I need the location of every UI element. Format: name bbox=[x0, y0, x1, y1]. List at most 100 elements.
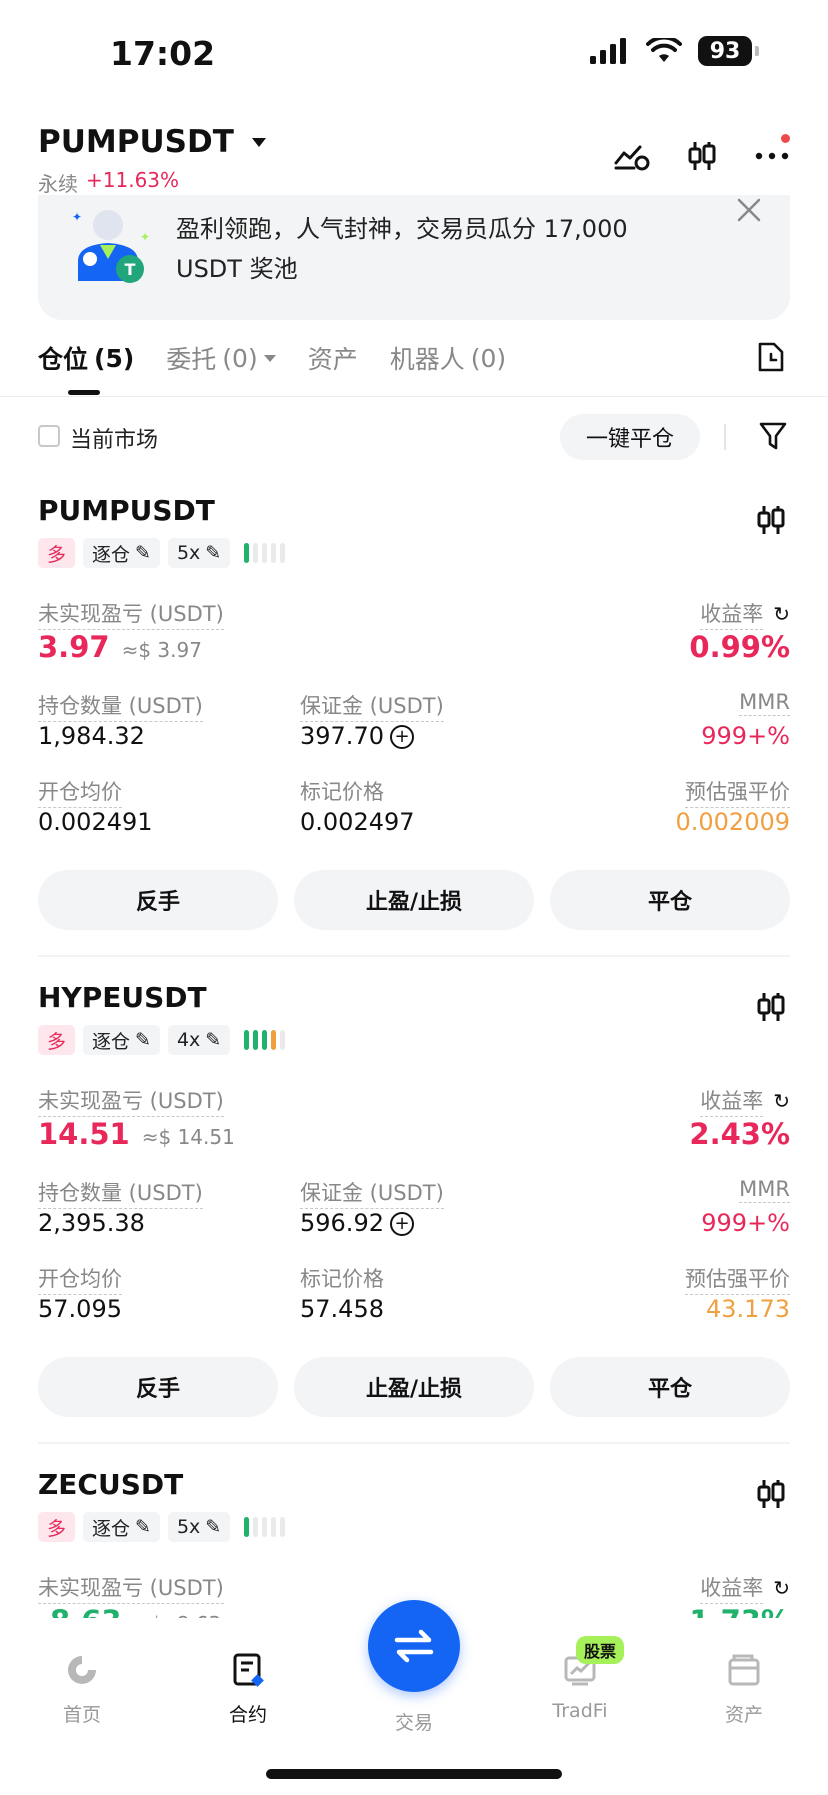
price-alert-button[interactable] bbox=[614, 138, 650, 174]
position-symbol[interactable]: PUMPUSDT bbox=[38, 494, 215, 527]
share-icon[interactable]: ↻ bbox=[773, 1576, 790, 1600]
tp-sl-button[interactable]: 止盈/止损 bbox=[294, 870, 534, 930]
leverage-tag[interactable]: 5x ✎ bbox=[167, 538, 231, 568]
trade-button[interactable] bbox=[368, 1600, 460, 1692]
close-icon[interactable] bbox=[734, 195, 764, 225]
margin-mode-tag[interactable]: 逐仓 ✎ bbox=[83, 1025, 160, 1055]
roi-value: 0.99% bbox=[689, 630, 790, 664]
home-indicator bbox=[266, 1769, 562, 1779]
more-menu-button[interactable] bbox=[754, 134, 790, 174]
margin-value-group: 596.92 + bbox=[300, 1209, 414, 1237]
chevron-down-icon bbox=[251, 137, 266, 147]
stock-badge: 股票 bbox=[576, 1636, 625, 1664]
unrealized-pnl: 3.97 bbox=[38, 630, 110, 664]
leverage-label: 5x bbox=[176, 1516, 201, 1538]
size-label: 持仓数量 (USDT) bbox=[38, 690, 203, 722]
margin-value-group: 397.70 + bbox=[300, 722, 414, 750]
risk-bar bbox=[280, 1030, 286, 1050]
more-icon bbox=[755, 152, 789, 160]
position-tags: 多 逐仓 ✎ 5x ✎ bbox=[38, 538, 286, 568]
symbol-title: PUMPUSDT bbox=[38, 124, 234, 160]
close-position-button[interactable]: 平仓 bbox=[550, 1357, 790, 1417]
margin-label: 保证金 (USDT) bbox=[300, 1177, 444, 1209]
side-badge: 多 bbox=[38, 1025, 76, 1055]
home-icon bbox=[68, 1656, 96, 1684]
risk-bar bbox=[262, 543, 268, 563]
header-actions bbox=[614, 134, 790, 174]
margin-mode-tag[interactable]: 逐仓 ✎ bbox=[83, 1512, 160, 1542]
leverage-tag[interactable]: 5x ✎ bbox=[167, 1512, 231, 1542]
current-market-checkbox[interactable] bbox=[38, 425, 60, 447]
tp-sl-button[interactable]: 止盈/止损 bbox=[294, 1357, 534, 1417]
add-margin-icon[interactable]: + bbox=[389, 725, 414, 749]
tab-assets[interactable]: 资产 bbox=[308, 340, 358, 376]
add-margin-icon[interactable]: + bbox=[389, 1212, 414, 1236]
mmr-label: MMR bbox=[739, 690, 790, 716]
share-icon[interactable]: ↻ bbox=[773, 602, 790, 626]
roi-header: 收益率 ↻ bbox=[700, 1572, 790, 1604]
candlestick-icon[interactable] bbox=[756, 991, 786, 1023]
candlestick-icon bbox=[688, 142, 716, 170]
risk-bar bbox=[280, 543, 286, 563]
share-icon[interactable]: ↻ bbox=[773, 1089, 790, 1113]
pnl-label: 未实现盈亏 (USDT) bbox=[38, 598, 224, 630]
filter-icon[interactable] bbox=[758, 420, 788, 452]
filter-divider bbox=[724, 424, 726, 450]
svg-text:T: T bbox=[125, 260, 136, 279]
risk-bar bbox=[244, 543, 250, 563]
side-badge: 多 bbox=[38, 538, 76, 568]
risk-bar bbox=[253, 1517, 259, 1537]
promo-banner[interactable]: T ✦ ✦ 盈利领跑，人气封神，交易员瓜分 17,000 USDT 奖池 bbox=[38, 195, 790, 320]
pnl-approx: ≈$ 3.97 bbox=[121, 638, 202, 662]
tab-bots[interactable]: 机器人 (0) bbox=[390, 340, 506, 376]
tab-positions[interactable]: 仓位 (5) bbox=[38, 340, 134, 376]
pnl-label: 未实现盈亏 (USDT) bbox=[38, 1572, 224, 1604]
swap-icon bbox=[394, 1629, 434, 1663]
margin-label: 保证金 (USDT) bbox=[300, 690, 444, 722]
nav-home[interactable]: 首页 bbox=[22, 1652, 142, 1727]
risk-bar bbox=[262, 1030, 268, 1050]
pnl-values: 14.51 ≈$ 14.51 bbox=[38, 1117, 235, 1151]
notification-dot bbox=[781, 134, 790, 143]
leverage-tag[interactable]: 4x ✎ bbox=[167, 1025, 231, 1055]
position-actions: 反手 止盈/止损 平仓 bbox=[38, 870, 790, 930]
liq-price-value: 43.173 bbox=[706, 1295, 790, 1323]
margin-mode-label: 逐仓 bbox=[92, 1517, 131, 1540]
cellular-signal-icon bbox=[590, 38, 626, 64]
status-time: 17:02 bbox=[110, 34, 216, 73]
close-position-button[interactable]: 平仓 bbox=[550, 870, 790, 930]
nav-assets[interactable]: 资产 bbox=[684, 1652, 804, 1727]
edit-icon: ✎ bbox=[135, 1029, 151, 1051]
nav-contract[interactable]: 合约 bbox=[188, 1652, 308, 1727]
pnl-approx: ≈$ 14.51 bbox=[141, 1125, 235, 1149]
close-all-button[interactable]: 一键平仓 bbox=[560, 414, 700, 460]
candlestick-icon[interactable] bbox=[756, 504, 786, 536]
tab-label: 仓位 bbox=[38, 345, 89, 374]
edit-icon: ✎ bbox=[205, 1516, 222, 1538]
history-icon[interactable] bbox=[756, 340, 786, 374]
reverse-button[interactable]: 反手 bbox=[38, 1357, 278, 1417]
position-symbol[interactable]: HYPEUSDT bbox=[38, 981, 207, 1014]
edit-icon: ✎ bbox=[135, 542, 151, 564]
svg-text:✦: ✦ bbox=[72, 210, 82, 224]
mark-price-label: 标记价格 bbox=[300, 780, 384, 804]
liq-price-value: 0.002009 bbox=[675, 808, 790, 836]
wifi-icon bbox=[646, 38, 682, 62]
margin-mode-tag[interactable]: 逐仓 ✎ bbox=[83, 538, 160, 568]
candlestick-icon[interactable] bbox=[756, 1478, 786, 1510]
tab-count: (0) bbox=[222, 343, 258, 373]
nav-label: 资产 bbox=[724, 1704, 763, 1726]
position-symbol[interactable]: ZECUSDT bbox=[38, 1468, 183, 1501]
symbol-selector[interactable]: PUMPUSDT bbox=[38, 124, 266, 160]
price-alert-icon bbox=[614, 145, 650, 171]
candlestick-chart-button[interactable] bbox=[684, 138, 720, 174]
position-actions: 反手 止盈/止损 平仓 bbox=[38, 1357, 790, 1417]
roi-header: 收益率 ↻ bbox=[700, 598, 790, 630]
tab-orders[interactable]: 委托 (0) bbox=[166, 340, 276, 376]
tab-label: 机器人 bbox=[389, 345, 465, 374]
risk-bar bbox=[244, 1517, 250, 1537]
size-value: 2,395.38 bbox=[38, 1209, 145, 1237]
chevron-down-icon bbox=[263, 354, 276, 362]
reverse-button[interactable]: 反手 bbox=[38, 870, 278, 930]
entry-price-label: 开仓均价 bbox=[38, 1263, 122, 1295]
